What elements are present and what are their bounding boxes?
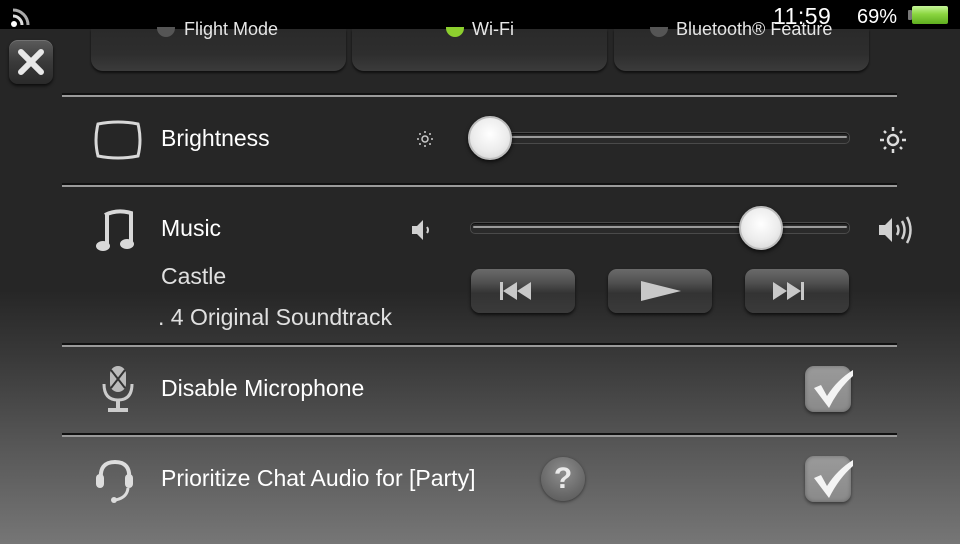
- bluetooth-indicator: [650, 27, 668, 37]
- previous-track-button[interactable]: [471, 269, 575, 313]
- play-icon: [641, 281, 681, 301]
- sun-bright-icon: [880, 127, 906, 153]
- prioritize-chat-audio-label: Prioritize Chat Audio for [Party]: [161, 465, 476, 491]
- checkmark-icon: [814, 460, 853, 498]
- sun-dim-icon: [417, 131, 433, 147]
- speaker-high-icon: [879, 216, 912, 244]
- disable-microphone-label: Disable Microphone: [161, 375, 365, 401]
- help-button[interactable]: ?: [541, 457, 585, 501]
- bluetooth-label: Bluetooth® Feature: [676, 19, 833, 39]
- flight-mode-indicator: [157, 27, 175, 37]
- volume-slider[interactable]: [470, 222, 850, 234]
- headset-icon: [96, 459, 133, 503]
- battery-icon: [908, 6, 948, 24]
- wifi-signal-icon: [11, 8, 30, 27]
- divider: [62, 343, 897, 347]
- checkmark-icon: [814, 370, 853, 408]
- prioritize-chat-audio-checkbox[interactable]: [805, 456, 853, 502]
- brightness-slider[interactable]: [470, 132, 850, 144]
- previous-track-icon: [500, 282, 531, 300]
- screen-icon: [94, 120, 142, 160]
- divider: [62, 93, 897, 97]
- next-track-icon: [773, 282, 804, 300]
- flight-mode-label: Flight Mode: [184, 19, 279, 39]
- wifi-label: Wi-Fi: [472, 19, 514, 39]
- quick-toggle-wifi[interactable]: Wi-Fi: [352, 19, 607, 71]
- music-label: Music: [161, 215, 222, 241]
- speaker-low-icon: [412, 220, 429, 240]
- battery-percent: 69%: [857, 6, 898, 28]
- quick-toggle-bluetooth[interactable]: Bluetooth® Feature: [614, 19, 869, 71]
- wifi-indicator: [446, 27, 464, 37]
- divider: [62, 183, 897, 187]
- close-x-icon: [18, 49, 44, 75]
- album-name: . 4 Original Soundtrack: [158, 304, 392, 330]
- play-button[interactable]: [608, 269, 712, 313]
- microphone-disabled-icon: [102, 366, 134, 412]
- disable-microphone-checkbox[interactable]: [805, 366, 853, 412]
- brightness-label: Brightness: [161, 125, 270, 151]
- next-track-button[interactable]: [745, 269, 849, 313]
- music-note-icon: [96, 209, 134, 251]
- volume-slider-thumb[interactable]: [738, 206, 783, 250]
- quick-toggle-flight-mode[interactable]: Flight Mode: [91, 19, 346, 71]
- divider: [62, 433, 897, 437]
- brightness-slider-thumb[interactable]: [468, 116, 512, 160]
- close-button[interactable]: [9, 40, 53, 84]
- track-title: Castle: [161, 263, 227, 289]
